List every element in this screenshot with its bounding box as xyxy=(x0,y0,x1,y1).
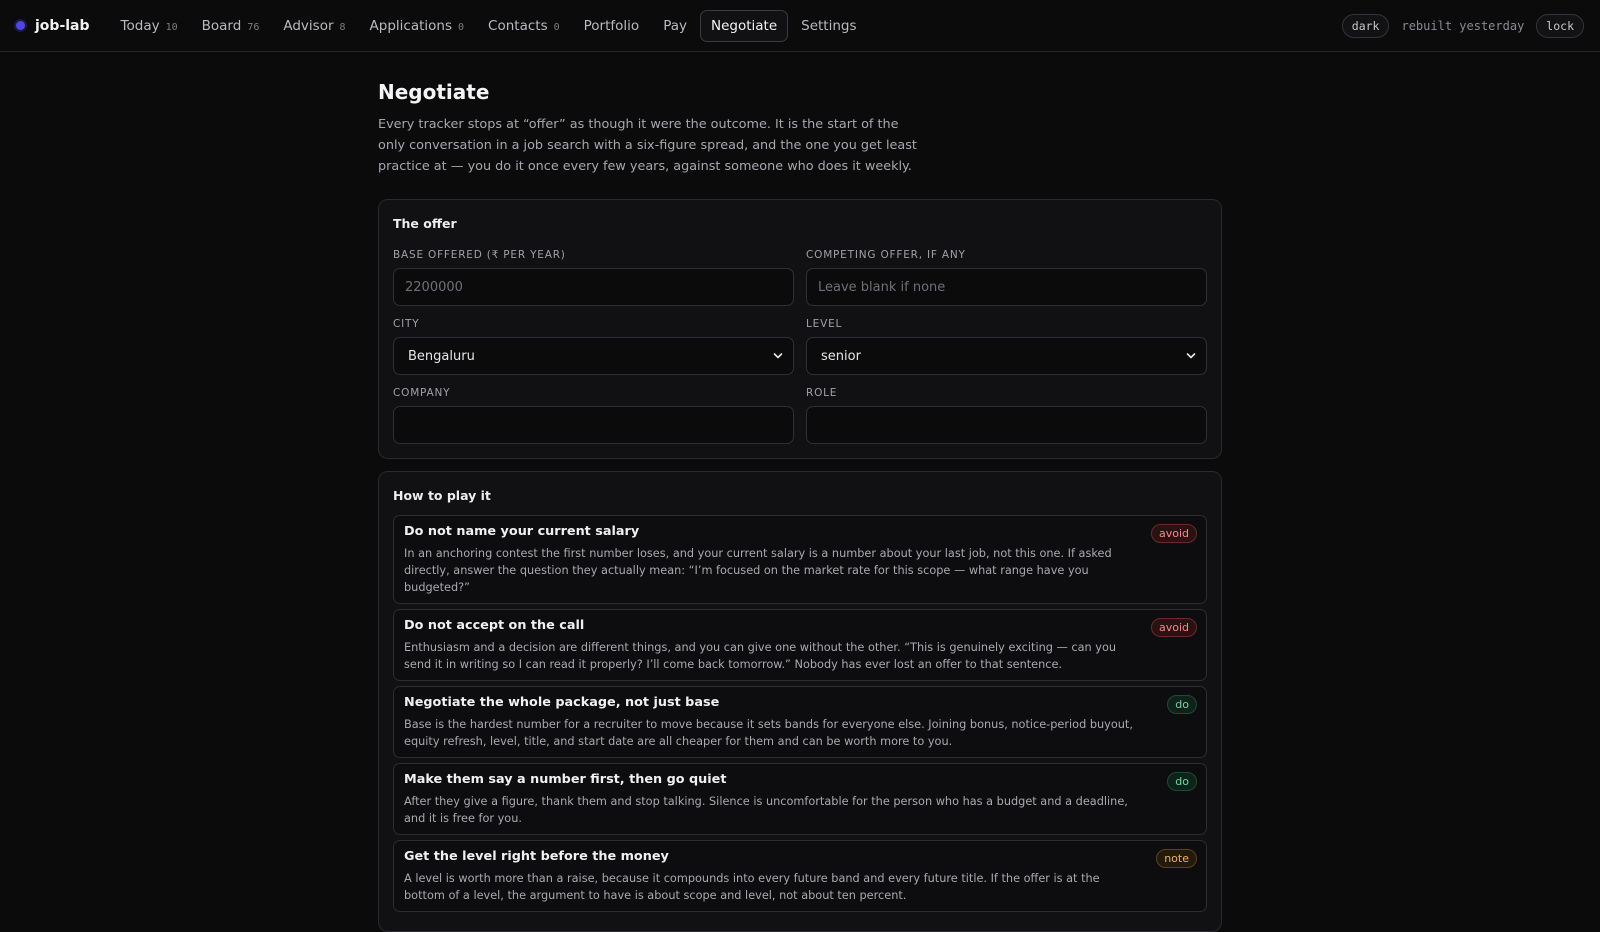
tip-body: In an anchoring contest the first number… xyxy=(404,547,1112,594)
nav-item-label: Board xyxy=(201,17,242,34)
tip-body: Enthusiasm and a decision are different … xyxy=(404,641,1117,671)
nav-item-label: Pay xyxy=(663,17,687,34)
how-to-play-title: How to play it xyxy=(393,488,491,503)
tip-title: Make them say a number first, then go qu… xyxy=(404,772,727,787)
level-select[interactable]: senior xyxy=(806,337,1207,375)
base-offered-field: BASE OFFERED (₹ PER YEAR) xyxy=(393,249,794,306)
top-bar: job-lab Today 10 Board 76 Advisor 8 Applicatio… xyxy=(0,0,1600,52)
offer-form: BASE OFFERED (₹ PER YEAR) COMPETING OFFE… xyxy=(393,249,1207,444)
nav-item-pay[interactable]: Pay xyxy=(652,10,698,42)
tip-title: Do not accept on the call xyxy=(404,618,585,633)
tip-badge: avoid xyxy=(1150,524,1197,543)
competing-offer-field: COMPETING OFFER, IF ANY xyxy=(806,249,1207,306)
nav-item-count: 8 xyxy=(339,21,346,33)
chevron-down-icon xyxy=(773,353,783,359)
top-right-controls: dark rebuilt yesterday lock xyxy=(1341,13,1584,38)
nav-item-advisor[interactable]: Advisor 8 xyxy=(272,10,356,42)
base-offered-input[interactable] xyxy=(393,268,794,306)
role-label: ROLE xyxy=(806,387,838,399)
nav-item-label: Negotiate xyxy=(710,17,778,34)
brand-name: job-lab xyxy=(35,17,90,34)
city-selected-value: Bengaluru xyxy=(408,348,475,364)
tip-badge: avoid xyxy=(1150,618,1197,637)
level-selected-value: senior xyxy=(821,348,861,364)
tip-body: A level is worth more than a raise, beca… xyxy=(404,872,1100,902)
nav-item-count: 76 xyxy=(247,21,260,33)
nav-item-negotiate[interactable]: Negotiate xyxy=(699,9,789,42)
role-input[interactable] xyxy=(806,406,1207,444)
tips-list: Do not name your current salary In an anc… xyxy=(393,515,1207,912)
nav-item-count: 0 xyxy=(553,21,560,33)
tip-body: Base is the hardest number for a recruit… xyxy=(404,718,1133,748)
nav-item-count: 10 xyxy=(165,21,178,33)
brand-dot-icon xyxy=(16,21,25,30)
tip-title: Negotiate the whole package, not just ba… xyxy=(404,695,720,710)
rebuilt-status: rebuilt yesterday xyxy=(1401,18,1525,33)
page-intro: Every tracker stops at “offer” as though… xyxy=(378,117,917,174)
chevron-down-icon xyxy=(1186,353,1196,359)
competing-offer-label: COMPETING OFFER, IF ANY xyxy=(806,249,966,261)
nav-item-label: Portfolio xyxy=(583,17,640,34)
level-label: LEVEL xyxy=(806,318,843,330)
company-input[interactable] xyxy=(393,406,794,444)
nav-item-label: Advisor xyxy=(283,17,334,34)
nav-item-label: Contacts xyxy=(488,17,548,34)
tip-badge: do xyxy=(1167,772,1197,791)
nav-item-board[interactable]: Board 76 xyxy=(191,10,271,42)
page-title: Negotiate xyxy=(378,80,490,104)
offer-card: The offer BASE OFFERED (₹ PER YEAR) COMP… xyxy=(378,199,1222,459)
competing-offer-input[interactable] xyxy=(806,268,1207,306)
tip-title: Do not name your current salary xyxy=(404,524,640,539)
tip-title: Get the level right before the money xyxy=(404,849,669,864)
theme-toggle-button[interactable]: dark xyxy=(1341,13,1390,38)
tip-item: Get the level right before the money A le… xyxy=(393,840,1207,912)
tip-item: Do not accept on the call Enthusiasm and … xyxy=(393,609,1207,681)
nav-item-count: 0 xyxy=(458,21,465,33)
nav-item-portfolio[interactable]: Portfolio xyxy=(573,10,651,42)
nav-item-settings[interactable]: Settings xyxy=(790,10,867,42)
company-field: COMPANY xyxy=(393,387,794,444)
offer-card-title: The offer xyxy=(393,216,457,231)
main-content: Negotiate Every tracker stops at “offer”… xyxy=(378,52,1222,932)
tip-badge: note xyxy=(1156,849,1197,868)
nav-item-contacts[interactable]: Contacts 0 xyxy=(477,10,571,42)
main-nav: Today 10 Board 76 Advisor 8 Applications 0 Conta… xyxy=(110,9,868,42)
tip-item: Do not name your current salary In an anc… xyxy=(393,515,1207,604)
tip-badge: do xyxy=(1167,695,1197,714)
role-field: ROLE xyxy=(806,387,1207,444)
level-field: LEVEL senior xyxy=(806,318,1207,375)
nav-item-label: Applications xyxy=(369,17,453,34)
city-select[interactable]: Bengaluru xyxy=(393,337,794,375)
company-label: COMPANY xyxy=(393,387,451,399)
nav-item-label: Today xyxy=(120,17,160,34)
city-label: CITY xyxy=(393,318,420,330)
nav-item-today[interactable]: Today 10 xyxy=(110,10,189,42)
how-to-play-card: How to play it Do not name your current … xyxy=(378,471,1222,932)
base-offered-label: BASE OFFERED (₹ PER YEAR) xyxy=(393,249,566,261)
lock-button[interactable]: lock xyxy=(1536,13,1584,38)
tip-item: Make them say a number first, then go qu… xyxy=(393,763,1207,835)
nav-item-applications[interactable]: Applications 0 xyxy=(359,10,476,42)
brand[interactable]: job-lab xyxy=(16,18,90,34)
city-field: CITY Bengaluru xyxy=(393,318,794,375)
tip-body: After they give a figure, thank them and… xyxy=(404,795,1128,825)
tip-item: Negotiate the whole package, not just ba… xyxy=(393,686,1207,758)
nav-item-label: Settings xyxy=(801,17,857,34)
